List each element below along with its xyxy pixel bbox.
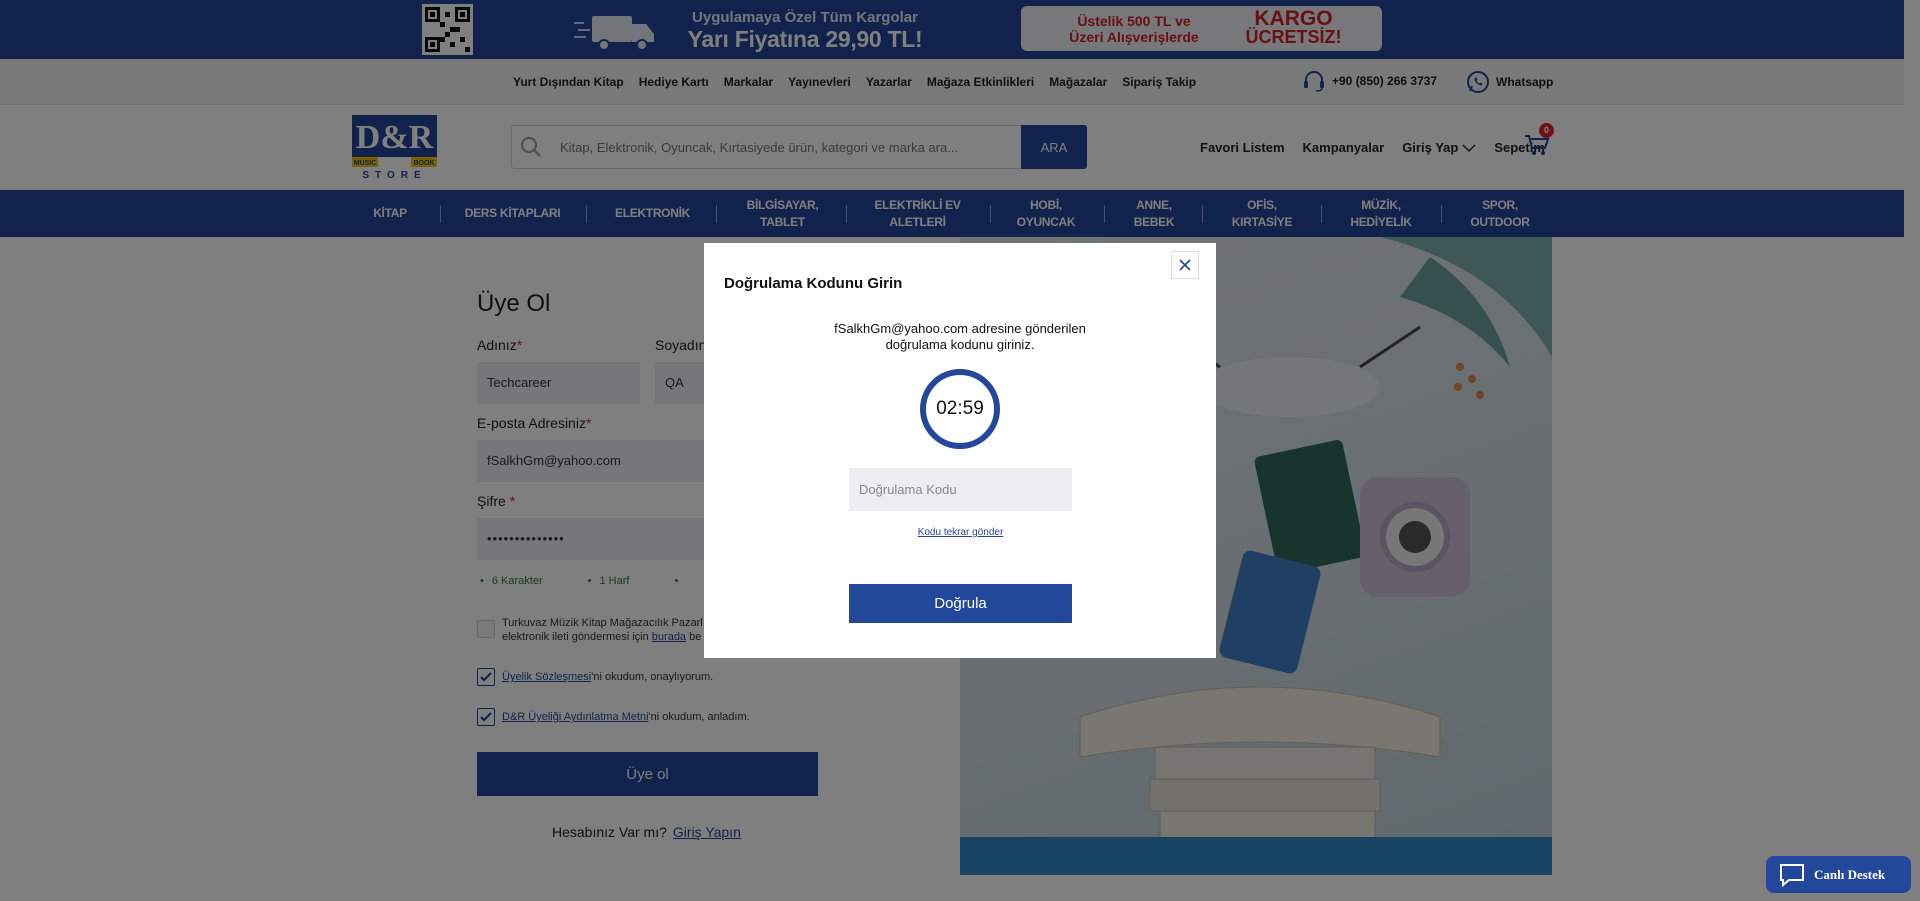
verify-button[interactable]: Doğrula <box>849 584 1072 623</box>
modal-desc-line2: doğrulama kodunu giriniz. <box>885 337 1035 352</box>
chat-bubble-icon <box>1780 863 1804 887</box>
live-support-button[interactable]: Canlı Destek <box>1766 856 1911 893</box>
resend-code-link[interactable]: Kodu tekrar gönder <box>849 527 1072 538</box>
verification-modal: Doğrulama Kodunu Girin fSalkhGm@yahoo.co… <box>704 243 1216 658</box>
verification-code-input[interactable] <box>849 468 1072 511</box>
live-support-label: Canlı Destek <box>1814 866 1886 882</box>
modal-description: fSalkhGm@yahoo.com adresine gönderilen d… <box>764 321 1156 353</box>
modal-desc-line1: fSalkhGm@yahoo.com adresine gönderilen <box>834 321 1086 336</box>
modal-close-button[interactable] <box>1171 251 1199 279</box>
countdown-timer: 02:59 <box>920 369 1000 449</box>
modal-title: Doğrulama Kodunu Girin <box>724 275 903 292</box>
close-icon <box>1179 259 1191 271</box>
